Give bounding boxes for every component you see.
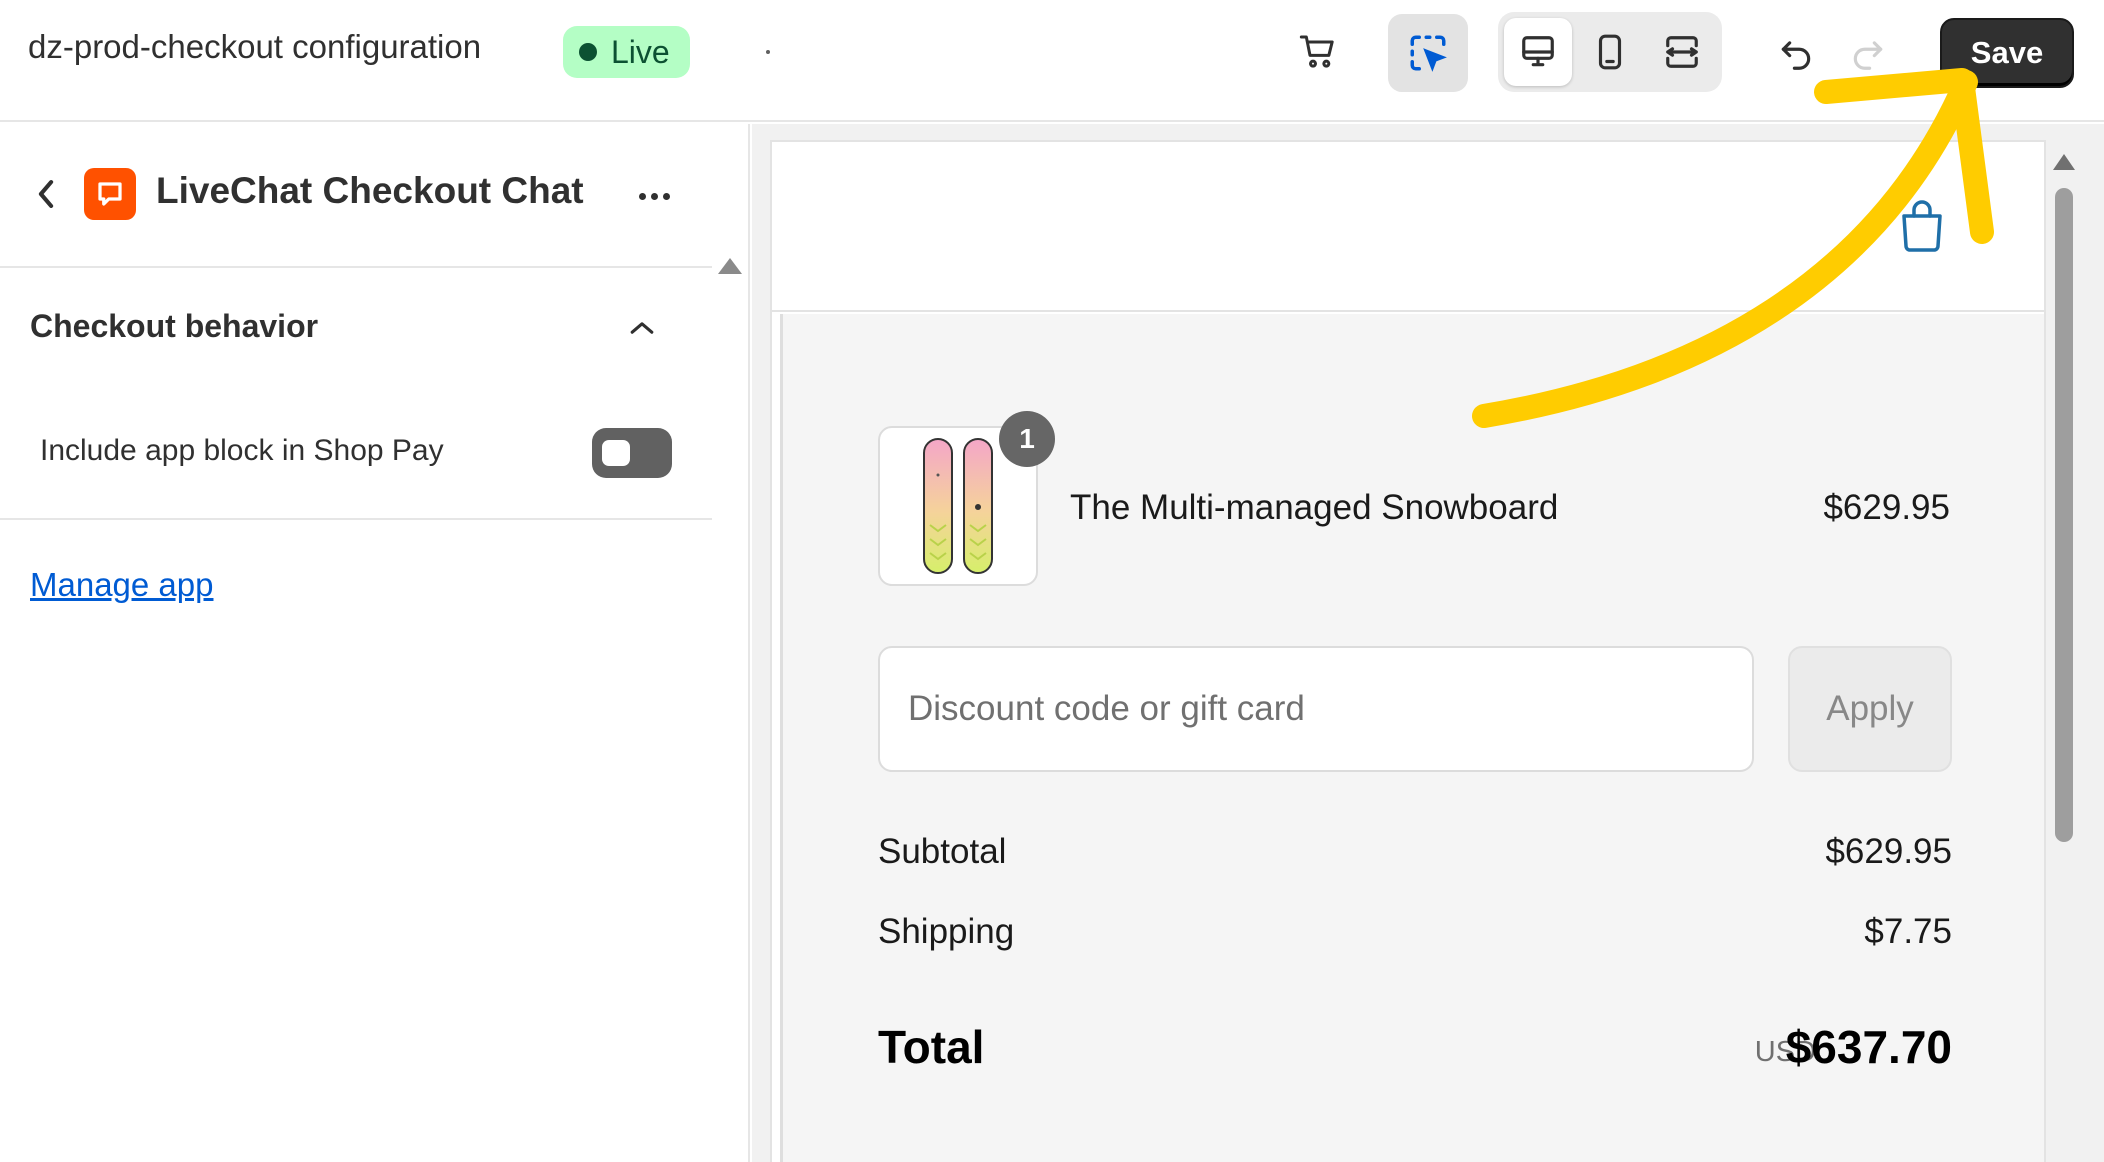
more-dot-icon [638,192,646,200]
apply-discount-button[interactable]: Apply [1788,646,1952,772]
chevron-up-icon [630,322,654,334]
collapse-section-button[interactable] [624,310,660,346]
snowboard-image [923,438,993,574]
device-switcher [1498,12,1722,92]
page-title: dz-prod-checkout configuration [28,28,482,65]
shop-pay-toggle[interactable] [592,428,672,478]
redo-button[interactable] [1840,26,1896,82]
save-button[interactable]: Save [1940,18,2074,88]
separator-dot [766,50,770,54]
product-price: $629.95 [1823,488,1950,527]
subtotal-label: Subtotal [878,832,1007,871]
select-icon [1410,35,1447,72]
livechat-app-icon [84,168,136,220]
shop-pay-setting-label: Include app block in Shop Pay [40,434,444,467]
full-width-icon [1666,36,1698,68]
discount-code-input[interactable] [878,646,1754,772]
more-dot-icon [662,192,670,200]
sidebar-scroll-up-arrow[interactable] [718,258,742,274]
undo-icon [1781,41,1811,70]
desktop-icon [1522,36,1554,67]
select-mode-button[interactable] [1388,14,1468,92]
back-button[interactable] [28,174,64,214]
top-bar: dz-prod-checkout configuration Live Save [0,0,2104,122]
shipping-value: $7.75 [1864,912,1952,951]
divider [0,518,712,520]
shipping-label: Shipping [878,912,1015,951]
sidebar-header: LiveChat Checkout Chat [0,124,712,268]
toggle-knob [602,440,630,466]
cart-icon [1299,35,1334,68]
shopping-bag-icon[interactable] [1898,196,1946,254]
quantity-badge: 1 [999,411,1055,467]
undo-button[interactable] [1768,26,1824,82]
more-dot-icon [650,192,658,200]
product-name: The Multi-managed Snowboard [1070,488,1559,527]
total-value: $637.70 [1785,1021,1952,1073]
chat-bubble-icon [98,182,122,206]
redo-icon [1853,41,1883,70]
settings-sidebar: LiveChat Checkout Chat Checkout behavior… [0,124,750,1162]
scrollbar-thumb[interactable] [2055,188,2073,842]
chevron-left-icon [38,180,54,208]
shop-header [772,142,2044,312]
manage-app-link[interactable]: Manage app [30,566,213,604]
app-name: LiveChat Checkout Chat [156,170,584,211]
status-badge: Live [563,26,690,78]
status-badge-label: Live [611,33,670,70]
more-actions-button[interactable] [626,178,682,214]
mobile-icon [1598,34,1622,70]
scroll-up-arrow[interactable] [2053,154,2075,170]
mobile-view-button[interactable] [1576,18,1644,86]
cart-button[interactable] [1290,24,1346,80]
total-label: Total [878,1021,985,1073]
subtotal-value: $629.95 [1825,832,1952,871]
full-width-view-button[interactable] [1648,18,1716,86]
status-dot-icon [579,43,597,61]
desktop-view-button[interactable] [1504,18,1572,86]
section-title: Checkout behavior [30,308,319,344]
